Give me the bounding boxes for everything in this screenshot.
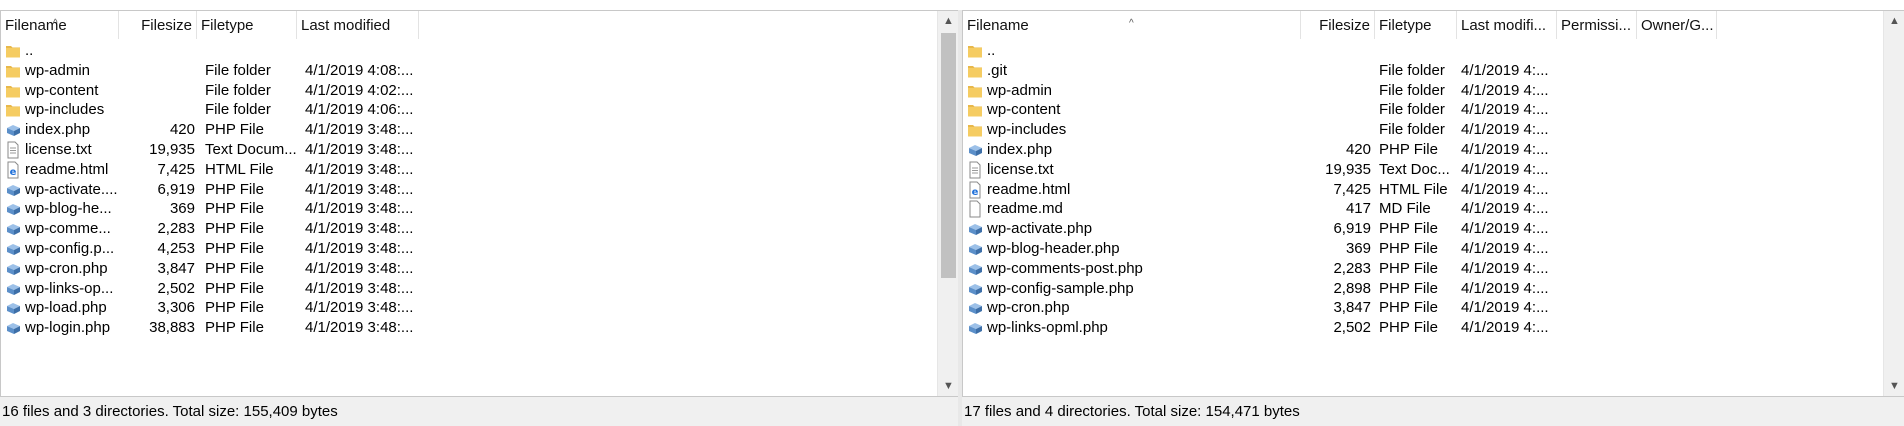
col-filesize[interactable]: Filesize <box>119 11 197 39</box>
col-filetype[interactable]: Filetype <box>1375 11 1457 39</box>
html-file-icon: e <box>5 161 21 179</box>
local-vertical-scrollbar[interactable]: ▲ ▼ <box>937 11 959 396</box>
php-file-icon <box>967 319 983 337</box>
col-permissions-label: Permissi... <box>1561 17 1632 34</box>
scroll-up-icon[interactable]: ▲ <box>1884 11 1904 31</box>
folder-icon <box>5 101 21 119</box>
php-file-icon <box>5 200 21 218</box>
php-file-icon <box>967 220 983 238</box>
html-file-icon: e <box>967 181 983 199</box>
col-filetype[interactable]: Filetype <box>197 11 297 39</box>
col-filename[interactable]: Filename ^ <box>1 11 119 39</box>
php-file-icon <box>5 319 21 337</box>
file-size: 2,502 <box>1333 319 1371 337</box>
col-filesize-label: Filesize <box>141 17 192 34</box>
remote-column-header: Filename ^ Filesize Filetype Last modifi… <box>963 11 1884 39</box>
col-owner-label: Owner/G... <box>1641 17 1714 34</box>
php-file-icon <box>967 299 983 317</box>
folder-icon <box>967 121 983 139</box>
php-file-icon <box>5 181 21 199</box>
file-type: PHP File <box>205 319 264 337</box>
local-rows: .. wp-admin File folder 4/1/2019 4:08:... wp… <box>1 39 938 396</box>
sort-ascending-icon: ^ <box>53 18 58 29</box>
local-status-bar: 16 files and 3 directories. Total size: … <box>0 398 958 426</box>
folder-icon <box>5 62 21 80</box>
remote-status-bar: 17 files and 4 directories. Total size: … <box>962 398 1904 426</box>
file-size: 38,883 <box>149 319 195 337</box>
svg-text:e: e <box>10 167 17 178</box>
php-file-icon <box>967 141 983 159</box>
folder-icon <box>967 101 983 119</box>
local-scroll-thumb[interactable] <box>941 33 956 278</box>
col-filename[interactable]: Filename ^ <box>963 11 1301 39</box>
local-column-header: Filename ^ Filesize Filetype Last modifi… <box>1 11 938 39</box>
file-row[interactable]: wp-login.php 38,883 PHP File 4/1/2019 3:48:… <box>1 316 938 340</box>
col-last-modified-label: Last modifi... <box>1461 17 1547 34</box>
php-file-icon <box>5 240 21 258</box>
php-file-icon <box>5 220 21 238</box>
col-filename-label: Filename <box>967 17 1029 34</box>
php-file-icon <box>5 260 21 278</box>
file-name: wp-links-opml.php <box>987 319 1108 337</box>
md-file-icon <box>967 200 983 218</box>
scroll-down-icon[interactable]: ▼ <box>1884 376 1904 396</box>
scroll-up-icon[interactable]: ▲ <box>938 11 959 31</box>
local-file-list[interactable]: Filename ^ Filesize Filetype Last modifi… <box>0 10 960 397</box>
php-file-icon <box>5 280 21 298</box>
svg-text:e: e <box>972 187 979 198</box>
col-last-modified[interactable]: Last modifi... <box>1457 11 1557 39</box>
local-status-text: 16 files and 3 directories. Total size: … <box>2 403 338 420</box>
remote-file-list[interactable]: Filename ^ Filesize Filetype Last modifi… <box>962 10 1904 397</box>
col-filesize[interactable]: Filesize <box>1301 11 1375 39</box>
col-owner-group[interactable]: Owner/G... <box>1637 11 1717 39</box>
php-file-icon <box>967 240 983 258</box>
sort-ascending-icon: ^ <box>1129 18 1134 29</box>
col-last-modified[interactable]: Last modified <box>297 11 419 39</box>
file-type: PHP File <box>1379 319 1438 337</box>
folder-icon <box>967 82 983 100</box>
remote-status-text: 17 files and 4 directories. Total size: … <box>964 403 1300 420</box>
file-row[interactable]: wp-links-opml.php 2,502 PHP File 4/1/2019 4… <box>963 316 1884 340</box>
remote-rows: .. .git File folder 4/1/2019 4:... wp-admin F… <box>963 39 1884 396</box>
text-file-icon <box>967 161 983 179</box>
col-filesize-label: Filesize <box>1319 17 1370 34</box>
folder-icon <box>967 42 983 60</box>
col-filetype-label: Filetype <box>201 17 254 34</box>
php-file-icon <box>5 121 21 139</box>
remote-vertical-scrollbar[interactable]: ▲ ▼ <box>1883 11 1904 396</box>
col-last-modified-label: Last modified <box>301 17 391 34</box>
col-filetype-label: Filetype <box>1379 17 1432 34</box>
col-permissions[interactable]: Permissi... <box>1557 11 1637 39</box>
php-file-icon <box>967 260 983 278</box>
file-name: wp-login.php <box>25 319 111 337</box>
file-modified: 4/1/2019 4:... <box>1461 319 1549 337</box>
folder-icon <box>967 62 983 80</box>
scroll-down-icon[interactable]: ▼ <box>938 376 959 396</box>
text-file-icon <box>5 141 21 159</box>
file-modified: 4/1/2019 3:48:... <box>305 319 414 337</box>
php-file-icon <box>967 280 983 298</box>
folder-icon <box>5 82 21 100</box>
php-file-icon <box>5 299 21 317</box>
folder-icon <box>5 42 21 60</box>
